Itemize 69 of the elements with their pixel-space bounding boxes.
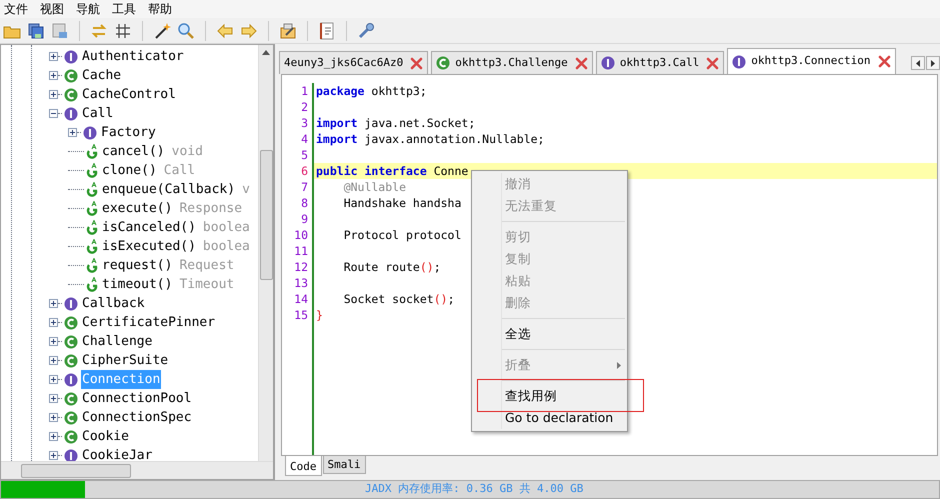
tree-item[interactable]: timeout(): [101, 274, 174, 294]
editor-tab[interactable]: 4euny3_jks6Cac6Az0: [279, 51, 428, 74]
line-number: 11: [293, 243, 308, 259]
tree-item[interactable]: Callback: [81, 294, 146, 314]
view-tab[interactable]: Smali: [322, 456, 366, 474]
return-type: Timeout: [179, 276, 234, 294]
return-type: void: [172, 142, 203, 161]
return-type: Response: [179, 200, 242, 218]
line-number: 6: [300, 163, 308, 179]
code-line: package okhttp3;: [316, 84, 427, 98]
line-number: 15: [293, 307, 308, 323]
status-text: JADX 内存使用率: 0.36 GB 共 4.00 GB: [365, 481, 584, 498]
return-type: v: [242, 180, 250, 199]
line-number: 10: [293, 227, 308, 243]
tree-item[interactable]: enqueue(Callback): [101, 180, 236, 200]
line-number: 5: [300, 147, 308, 163]
tree-item[interactable]: Factory: [100, 122, 157, 142]
tree-item[interactable]: isExecuted(): [101, 236, 197, 256]
return-type: Call: [164, 162, 196, 180]
tree-item[interactable]: isCanceled(): [101, 218, 197, 238]
tree-item[interactable]: request(): [101, 256, 174, 276]
tree-item[interactable]: ConnectionPool: [81, 388, 193, 408]
tree-item[interactable]: Authenticator: [81, 46, 185, 66]
line-number: 13: [293, 275, 308, 291]
line-number: 8: [300, 195, 308, 211]
tree-item[interactable]: ConnectionSpec: [81, 408, 193, 428]
tree-item[interactable]: Call: [81, 104, 114, 124]
line-number: 7: [300, 179, 308, 195]
return-type: boolea: [202, 238, 250, 256]
tree-item[interactable]: execute(): [101, 198, 174, 218]
code-line: Protocol protocol: [342, 228, 462, 242]
code-line: }: [316, 308, 323, 322]
editor-tab[interactable]: okhttp3.Connection: [727, 48, 896, 74]
menu-item[interactable]: 视图: [40, 0, 64, 18]
line-number: 2: [300, 99, 308, 115]
line-number: 9: [300, 211, 308, 227]
line-number: 14: [293, 291, 308, 307]
line-number: 1: [300, 83, 308, 99]
menu-item[interactable]: 帮助: [148, 0, 172, 18]
view-tab[interactable]: Code: [285, 456, 322, 476]
tree-item[interactable]: CertificatePinner: [81, 312, 216, 332]
tree-item[interactable]: CipherSuite: [81, 350, 170, 370]
tree-item[interactable]: Cookie: [81, 426, 130, 446]
code-line: import java.net.Socket;: [316, 116, 476, 130]
code-line: @Nullable: [342, 180, 406, 194]
menu-item[interactable]: Go to declaration: [472, 407, 627, 429]
menu-item[interactable]: 全选: [472, 323, 627, 345]
menu-item[interactable]: 查找用例: [472, 385, 627, 407]
tree-item[interactable]: clone(): [101, 160, 158, 180]
tree-item[interactable]: cancel(): [101, 142, 166, 162]
editor-tab[interactable]: okhttp3.Call: [596, 51, 724, 74]
code-line: Socket socket();: [342, 292, 454, 306]
editor-tab[interactable]: okhttp3.Challenge: [431, 51, 593, 74]
menu-item[interactable]: 导航: [76, 0, 100, 18]
code-line: Handshake handsha: [342, 196, 462, 210]
tree-item[interactable]: Cache: [81, 66, 122, 86]
return-type: boolea: [202, 218, 250, 237]
code-line: Route route();: [342, 260, 441, 274]
code-line: import javax.annotation.Nullable;: [316, 132, 544, 146]
line-number: 3: [300, 115, 308, 131]
tree-item[interactable]: Challenge: [81, 332, 154, 352]
line-number: 12: [293, 259, 308, 275]
code-line: public interface Conne: [316, 164, 468, 178]
tree-item[interactable]: CacheControl: [81, 84, 177, 104]
line-number: 4: [300, 131, 308, 147]
tree-item[interactable]: CookieJar: [81, 446, 154, 461]
return-type: Request: [179, 256, 234, 275]
menu-item[interactable]: 文件: [4, 0, 28, 18]
menu-item[interactable]: 工具: [112, 0, 136, 18]
